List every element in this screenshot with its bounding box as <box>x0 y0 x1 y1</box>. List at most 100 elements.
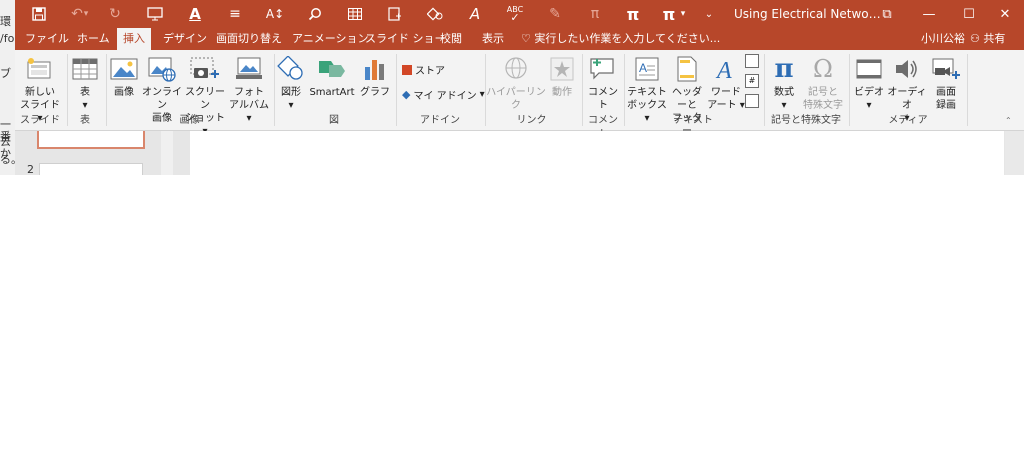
group-label-media: メディア <box>888 115 928 126</box>
my-addins-button[interactable]: ◆ マイ アドイン ▾ <box>402 87 485 102</box>
hyperlink-button[interactable]: ハイパーリンク <box>486 52 546 112</box>
save-icon[interactable] <box>25 0 53 28</box>
shapes-label: 図形 <box>281 87 301 98</box>
slide-number-button[interactable]: # <box>745 74 759 88</box>
present-from-start-icon[interactable] <box>141 0 169 28</box>
dropdown-arrow-icon: ▾ <box>781 100 787 111</box>
photo-album-label-line1: フォト <box>234 87 264 98</box>
format-painter-icon: ✎ <box>549 6 561 22</box>
lightbulb-icon: ♡ <box>521 32 535 45</box>
equation-disabled-icon: π <box>590 6 600 22</box>
thumbnail-scrollbar[interactable] <box>161 131 173 175</box>
comment-label: コメント <box>588 87 618 111</box>
equation-icon[interactable]: π <box>619 0 647 28</box>
wordart-icon[interactable]: A <box>461 0 489 28</box>
object-button[interactable] <box>745 94 759 108</box>
slide-number-icon: # <box>745 74 759 88</box>
video-label: ビデオ <box>854 87 884 98</box>
dropdown-arrow-icon: ▾ <box>866 100 872 111</box>
action-button[interactable]: 動作 <box>547 52 577 99</box>
video-button[interactable]: ビデオ ▾ <box>851 52 887 112</box>
table-icon[interactable] <box>341 0 369 28</box>
omega-icon: Ω <box>813 54 833 83</box>
tab-view[interactable]: 表示 <box>482 28 504 50</box>
speaker-icon <box>887 52 927 86</box>
spelling-check-icon[interactable]: ABC ✓ <box>501 0 529 28</box>
screen-recording-button[interactable]: 画面 録画 <box>927 52 965 112</box>
tab-insert[interactable]: 挿入 <box>117 28 151 50</box>
equation-dropdown-icon[interactable]: ▾ <box>676 0 690 28</box>
person-icon: ⚇ <box>970 32 980 45</box>
dropdown-arrow-icon: ▾ <box>736 100 745 111</box>
tell-me-text: 実行したい作業を入力してください... <box>534 32 721 45</box>
slide-thumbnail-2[interactable] <box>39 163 143 175</box>
slide-canvas[interactable] <box>190 131 1004 175</box>
comment-button[interactable]: コメント <box>585 52 621 112</box>
shapes-button[interactable]: 図形 ▾ <box>276 52 306 112</box>
my-addins-icon: ◆ <box>402 88 411 101</box>
maximize-icon[interactable]: ☐ <box>949 0 989 28</box>
close-icon[interactable]: ✕ <box>985 0 1024 28</box>
group-separator <box>67 54 68 126</box>
tab-home[interactable]: ホーム <box>77 28 110 50</box>
header-footer-icon <box>668 52 706 86</box>
minimize-icon[interactable]: — <box>909 0 949 28</box>
group-label-addins: アドイン <box>420 115 460 126</box>
new-slide-icon[interactable] <box>381 0 409 28</box>
group-separator <box>624 54 625 126</box>
screen-recording-icon <box>927 52 965 86</box>
shapes-icon <box>276 52 306 86</box>
equation-button[interactable]: π 数式 ▾ <box>767 52 801 112</box>
font-color-icon[interactable]: A <box>181 0 209 28</box>
smartart-button[interactable]: SmartArt <box>307 52 357 99</box>
photo-album-icon <box>227 52 271 86</box>
undo-dropdown-icon[interactable]: ▾ <box>79 0 93 28</box>
online-pictures-icon <box>141 52 183 86</box>
ribbon-display-options-icon[interactable]: ⧉ <box>867 0 907 28</box>
search-icon[interactable] <box>301 0 329 28</box>
symbol-button[interactable]: Ω 記号と 特殊文字 <box>801 52 845 112</box>
action-label: 動作 <box>552 87 572 98</box>
text-direction-icon[interactable]: A↕ <box>261 0 289 28</box>
svg-text:A: A <box>639 61 647 75</box>
picture-button[interactable]: 画像 <box>108 52 140 99</box>
group-label-links: リンク <box>516 115 547 126</box>
group-label-comments: コメント <box>588 115 618 140</box>
align-text-icon[interactable]: ≡ <box>221 0 249 28</box>
tab-animations[interactable]: アニメーション <box>292 28 369 50</box>
tab-slide-show[interactable]: スライド ショー <box>365 28 446 50</box>
table-button[interactable]: 表 ▾ <box>70 52 100 112</box>
wordart-button[interactable]: A ワード アート ▾ <box>707 52 745 112</box>
tab-design[interactable]: デザイン <box>163 28 207 50</box>
dropdown-arrow-icon: ▾ <box>82 100 88 111</box>
tab-file[interactable]: ファイル <box>25 28 69 50</box>
slide-scrollbar[interactable] <box>1005 131 1024 175</box>
hyperlink-label: ハイパーリンク <box>486 87 546 111</box>
customize-toolbar-icon[interactable]: ⌄ <box>695 0 723 28</box>
wordart-icon: A <box>707 52 745 86</box>
smartart-icon <box>307 52 357 86</box>
user-name[interactable]: 小川公裕 <box>921 28 965 50</box>
picture-icon <box>108 52 140 86</box>
tab-review[interactable]: 校閲 <box>440 28 462 50</box>
screenshot-label-line1: スクリーン <box>185 87 225 111</box>
store-icon <box>402 64 412 75</box>
collapse-ribbon-icon[interactable]: ⌃ <box>1005 116 1012 125</box>
date-time-button[interactable] <box>745 54 759 68</box>
shapes-icon[interactable] <box>421 0 449 28</box>
action-star-icon <box>547 52 577 86</box>
powerpoint-window: ↶ ▾ ↻ A ≡ A↕ A ABC ✓ ✎ π π π ▾ ⌄ Using El… <box>15 0 1024 175</box>
video-icon <box>851 52 887 86</box>
new-slide-label-line1: 新しい <box>25 87 55 98</box>
slide-thumbnail-1[interactable] <box>37 131 145 149</box>
tab-transitions[interactable]: 画面切り替え <box>216 28 282 50</box>
share-button[interactable]: ⚇ 共有 <box>970 28 1005 50</box>
store-button[interactable]: ストア <box>402 62 445 77</box>
redo-icon[interactable]: ↻ <box>101 0 129 28</box>
group-label-slides: スライド <box>20 115 60 126</box>
group-separator <box>274 54 275 126</box>
ribbon-tab-bar: ファイル ホーム 挿入 デザイン 画面切り替え アニメーション スライド ショー… <box>15 28 1024 50</box>
object-icon <box>745 94 759 108</box>
chart-button[interactable]: グラフ <box>358 52 392 99</box>
tell-me-box[interactable]: ♡ 実行したい作業を入力してください... <box>521 28 720 50</box>
